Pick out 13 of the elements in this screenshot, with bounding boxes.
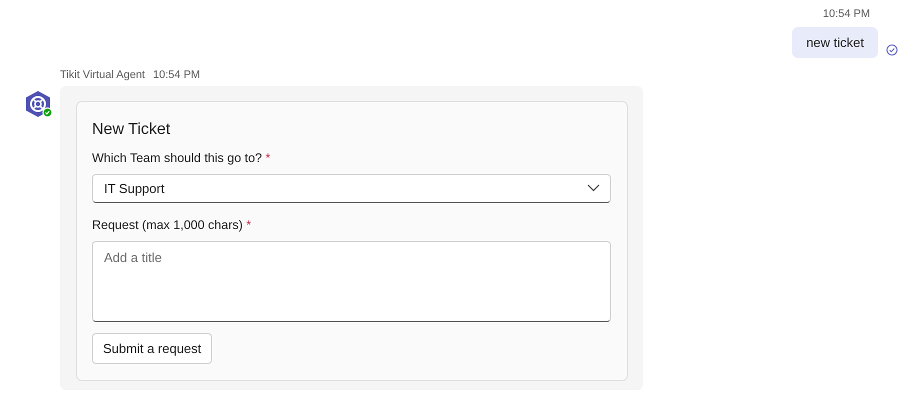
chevron-down-icon xyxy=(587,184,600,192)
message-bubble: new ticket xyxy=(792,26,878,58)
read-receipt-icon xyxy=(886,44,898,56)
card-title: New Ticket xyxy=(92,120,172,140)
team-dropdown[interactable]: IT Support xyxy=(92,174,611,203)
field-label: Request (max 1,000 chars) * xyxy=(92,216,252,234)
field-label: Which Team should this go to? * xyxy=(92,150,272,167)
submit-button[interactable]: Submit a request xyxy=(92,332,212,364)
message-time: 10:54 PM xyxy=(822,7,870,22)
request-field[interactable]: Add a title xyxy=(92,240,611,322)
bot-avatar-icon xyxy=(24,90,53,118)
message-time: 10:54 PM xyxy=(153,68,200,82)
sender-name: Tikit Virtual Agent xyxy=(60,68,145,82)
